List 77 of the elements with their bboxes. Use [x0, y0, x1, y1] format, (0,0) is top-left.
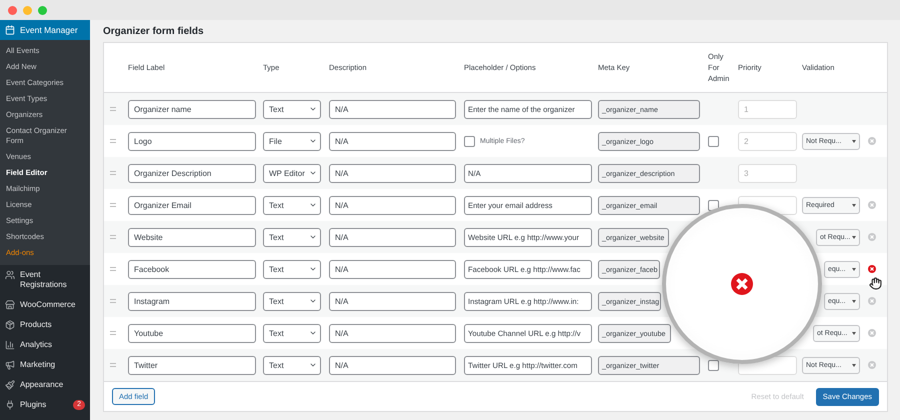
type-dropdown[interactable]: Text	[263, 100, 321, 118]
sidebar-menu-item[interactable]: Analytics	[0, 335, 90, 355]
drag-handle-icon[interactable]	[110, 235, 116, 239]
remove-icon[interactable]	[868, 265, 876, 273]
input-field[interactable]: Organizer name	[128, 100, 256, 118]
box-icon	[5, 320, 15, 330]
plug-icon	[5, 400, 15, 410]
people-icon	[5, 270, 15, 280]
menu-label: Products	[20, 320, 53, 330]
drag-handle-icon[interactable]	[110, 203, 116, 207]
sidebar-menu-item[interactable]: Event Registrations	[0, 265, 90, 295]
drag-handle-icon[interactable]	[110, 267, 116, 271]
input-field[interactable]: Organizer Email	[128, 196, 256, 214]
input-field[interactable]: Logo	[128, 132, 256, 150]
type-dropdown[interactable]: File	[263, 132, 321, 150]
hand-cursor-icon	[869, 277, 882, 290]
type-dropdown[interactable]: Text	[263, 356, 321, 374]
type-dropdown[interactable]: WP Editor	[263, 164, 321, 182]
menu-label: Event Registrations	[20, 270, 68, 290]
drag-handle-icon[interactable]	[110, 139, 116, 143]
chevron-down-icon	[309, 169, 317, 177]
input-field[interactable]: N/A	[329, 228, 456, 246]
drag-handle-icon[interactable]	[110, 331, 116, 335]
chevron-down-icon	[309, 361, 317, 369]
sidebar-menu-item[interactable]: Appearance	[0, 375, 90, 395]
page-title: Organizer form fields	[103, 24, 205, 38]
input-field[interactable]: N/A	[329, 260, 456, 278]
drag-handle-icon[interactable]	[110, 171, 116, 175]
sidebar-menu-item[interactable]: WooCommerce	[0, 295, 90, 315]
input-field[interactable]: Twitter	[128, 356, 256, 374]
drag-handle-icon[interactable]	[110, 107, 116, 111]
megaphone-icon	[5, 360, 15, 370]
chevron-down-icon	[309, 137, 317, 145]
chevron-down-icon	[309, 201, 317, 209]
input-field[interactable]: N/A	[329, 292, 456, 310]
paintbrush-icon	[5, 380, 15, 390]
remove-icon	[731, 273, 753, 295]
close-window-icon[interactable]	[8, 6, 17, 14]
input-field[interactable]: Website	[128, 228, 256, 246]
input-field[interactable]: N/A	[329, 164, 456, 182]
type-dropdown[interactable]: Text	[263, 196, 321, 214]
menu-label: Analytics	[20, 340, 54, 350]
admin-checkbox[interactable]	[708, 136, 719, 146]
input-field[interactable]: Facebook	[128, 260, 256, 278]
store-icon	[5, 300, 15, 310]
admin-checkbox[interactable]	[708, 360, 719, 370]
chevron-down-icon	[309, 297, 317, 305]
input-field[interactable]: N/A	[329, 324, 456, 342]
menu-label: WooCommerce	[20, 300, 76, 310]
menu-label: Event Manager	[20, 25, 78, 35]
chevron-down-icon	[309, 265, 317, 273]
type-dropdown[interactable]: Text	[263, 228, 321, 246]
input-field[interactable]: N/A	[329, 356, 456, 374]
input-field[interactable]: N/A	[329, 100, 456, 118]
type-dropdown[interactable]: Text	[263, 260, 321, 278]
input-field[interactable]: Instagram	[128, 292, 256, 310]
chevron-down-icon	[309, 233, 317, 241]
input-field[interactable]: Organizer Description	[128, 164, 256, 182]
type-dropdown[interactable]: Text	[263, 324, 321, 342]
menu-label: Marketing	[20, 360, 56, 370]
sidebar-menu-item[interactable]: Marketing	[0, 355, 90, 375]
input-field[interactable]: Youtube	[128, 324, 256, 342]
menu-label: Plugins	[20, 400, 48, 410]
input-field[interactable]: N/A	[329, 196, 456, 214]
menu-label: Appearance	[20, 380, 64, 390]
bar-chart-icon	[5, 340, 15, 350]
calendar-icon	[5, 25, 15, 35]
type-dropdown[interactable]: Text	[263, 292, 321, 310]
chevron-down-icon	[309, 105, 317, 113]
chevron-down-icon	[309, 329, 317, 337]
minimize-window-icon[interactable]	[23, 6, 32, 14]
maximize-window-icon[interactable]	[38, 6, 47, 14]
sidebar-menu-header[interactable]: Event Manager	[0, 20, 90, 40]
sidebar-menu-item[interactable]: Products	[0, 315, 90, 335]
drag-handle-icon[interactable]	[110, 299, 116, 303]
drag-handle-icon[interactable]	[110, 363, 116, 367]
input-field[interactable]: N/A	[329, 132, 456, 150]
